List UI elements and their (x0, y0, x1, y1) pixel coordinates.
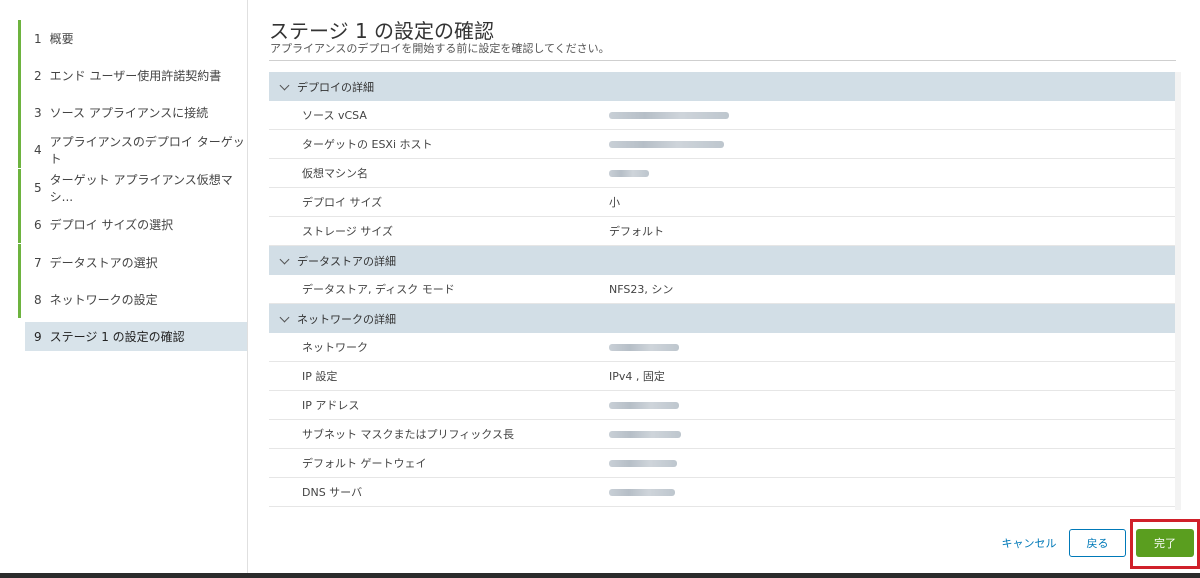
window-bottom-edge (0, 573, 1200, 578)
detail-label: DNS サーバ (302, 486, 363, 499)
detail-value-redacted (609, 341, 679, 354)
chevron-down-icon (279, 80, 290, 90)
detail-value: 小 (609, 196, 620, 209)
chevron-down-icon (279, 312, 290, 322)
section-title: デプロイの詳細 (297, 80, 374, 94)
back-button[interactable]: 戻る (1069, 529, 1126, 557)
detail-value-redacted (609, 167, 649, 180)
cancel-button[interactable]: キャンセル (997, 529, 1061, 557)
step-2-eula[interactable]: 2 エンド ユーザー使用許諾契約書 (18, 57, 246, 94)
step-3-connect-source[interactable]: 3 ソース アプライアンスに接続 (18, 94, 246, 131)
redacted-value (609, 401, 679, 409)
detail-row: DNS サーバ (269, 478, 1176, 507)
title-divider (269, 60, 1176, 61)
redacted-value (609, 111, 729, 119)
detail-value-redacted (609, 138, 724, 151)
step-7-datastore[interactable]: 7 データストアの選択 (18, 244, 246, 281)
detail-row: 仮想マシン名 (269, 159, 1176, 188)
step-label: 概要 (49, 32, 74, 46)
section-header-datastore-details[interactable]: データストアの詳細 (269, 246, 1176, 275)
step-8-network[interactable]: 8 ネットワークの設定 (18, 281, 246, 318)
section-header-deploy-details[interactable]: デプロイの詳細 (269, 72, 1176, 101)
section-title: ネットワークの詳細 (297, 312, 396, 326)
detail-row: サブネット マスクまたはプリフィックス長 (269, 420, 1176, 449)
detail-row: データストア, ディスク モード NFS23, シン (269, 275, 1176, 304)
redacted-value (609, 488, 675, 496)
detail-row: ソース vCSA (269, 101, 1176, 130)
step-6-deploy-size[interactable]: 6 デプロイ サイズの選択 (18, 206, 246, 243)
detail-label: 仮想マシン名 (302, 167, 368, 180)
detail-row: ストレージ サイズ デフォルト (269, 217, 1176, 246)
detail-label: サブネット マスクまたはプリフィックス長 (302, 428, 514, 441)
chevron-down-icon (279, 254, 290, 264)
detail-row: デフォルト ゲートウェイ (269, 449, 1176, 478)
wizard-steps-sidebar: 1 概要 2 エンド ユーザー使用許諾契約書 3 ソース アプライアンスに接続 … (0, 0, 248, 578)
step-number: 4 (34, 142, 42, 157)
step-number: 5 (34, 180, 42, 195)
step-4-deploy-target[interactable]: 4 アプライアンスのデプロイ ターゲット (18, 131, 246, 168)
step-9-review[interactable]: 9 ステージ 1 の設定の確認 (25, 322, 247, 351)
finish-button[interactable]: 完了 (1136, 529, 1194, 557)
redacted-value (609, 343, 679, 351)
detail-value: NFS23, シン (609, 283, 674, 296)
step-label: ステージ 1 の設定の確認 (49, 330, 185, 344)
redacted-value (609, 169, 649, 177)
detail-value-redacted (609, 399, 679, 412)
step-label: デプロイ サイズの選択 (49, 218, 174, 232)
step-number: 3 (34, 105, 42, 120)
detail-label: ストレージ サイズ (302, 225, 393, 238)
step-1-overview[interactable]: 1 概要 (18, 20, 246, 57)
detail-value: デフォルト (609, 225, 664, 238)
detail-value-redacted (609, 486, 675, 499)
detail-row: ターゲットの ESXi ホスト (269, 130, 1176, 159)
step-label: エンド ユーザー使用許諾契約書 (49, 69, 222, 83)
step-number: 8 (34, 292, 42, 307)
page-subtitle: アプライアンスのデプロイを開始する前に設定を確認してください。 (270, 42, 610, 55)
redacted-value (609, 430, 681, 438)
detail-value: IPv4 , 固定 (609, 370, 665, 383)
review-page: ステージ 1 の設定の確認 アプライアンスのデプロイを開始する前に設定を確認して… (247, 0, 1200, 578)
panel-scrollbar[interactable] (1175, 72, 1181, 510)
detail-row: ネットワーク (269, 333, 1176, 362)
detail-row: IP 設定 IPv4 , 固定 (269, 362, 1176, 391)
detail-row: デプロイ サイズ 小 (269, 188, 1176, 217)
step-label: データストアの選択 (49, 256, 158, 270)
step-number: 7 (34, 255, 42, 270)
detail-label: デフォルト ゲートウェイ (302, 457, 427, 470)
detail-value-redacted (609, 428, 681, 441)
detail-row: IP アドレス (269, 391, 1176, 420)
settings-review-panel: デプロイの詳細 ソース vCSA ターゲットの ESXi ホスト 仮想マシン名 … (269, 72, 1176, 510)
section-title: データストアの詳細 (297, 254, 396, 268)
redacted-value (609, 459, 677, 467)
step-5-target-vm[interactable]: 5 ターゲット アプライアンス仮想マシ... (18, 169, 246, 206)
detail-label: データストア, ディスク モード (302, 283, 455, 296)
redacted-value (609, 140, 724, 148)
step-number: 9 (34, 329, 42, 344)
detail-value-redacted (609, 109, 729, 122)
detail-value-redacted (609, 457, 677, 470)
detail-label: IP 設定 (302, 370, 338, 383)
step-label: ターゲット アプライアンス仮想マシ... (49, 172, 233, 204)
detail-label: IP アドレス (302, 399, 360, 412)
detail-label: ターゲットの ESXi ホスト (302, 138, 433, 151)
step-label: ソース アプライアンスに接続 (49, 106, 209, 120)
step-label: ネットワークの設定 (49, 293, 158, 307)
section-header-network-details[interactable]: ネットワークの詳細 (269, 304, 1176, 333)
detail-label: デプロイ サイズ (302, 196, 383, 209)
step-label: アプライアンスのデプロイ ターゲット (49, 134, 245, 166)
step-number: 1 (34, 31, 42, 46)
detail-label: ソース vCSA (302, 109, 367, 122)
step-number: 2 (34, 68, 42, 83)
detail-label: ネットワーク (302, 341, 368, 354)
step-number: 6 (34, 217, 42, 232)
